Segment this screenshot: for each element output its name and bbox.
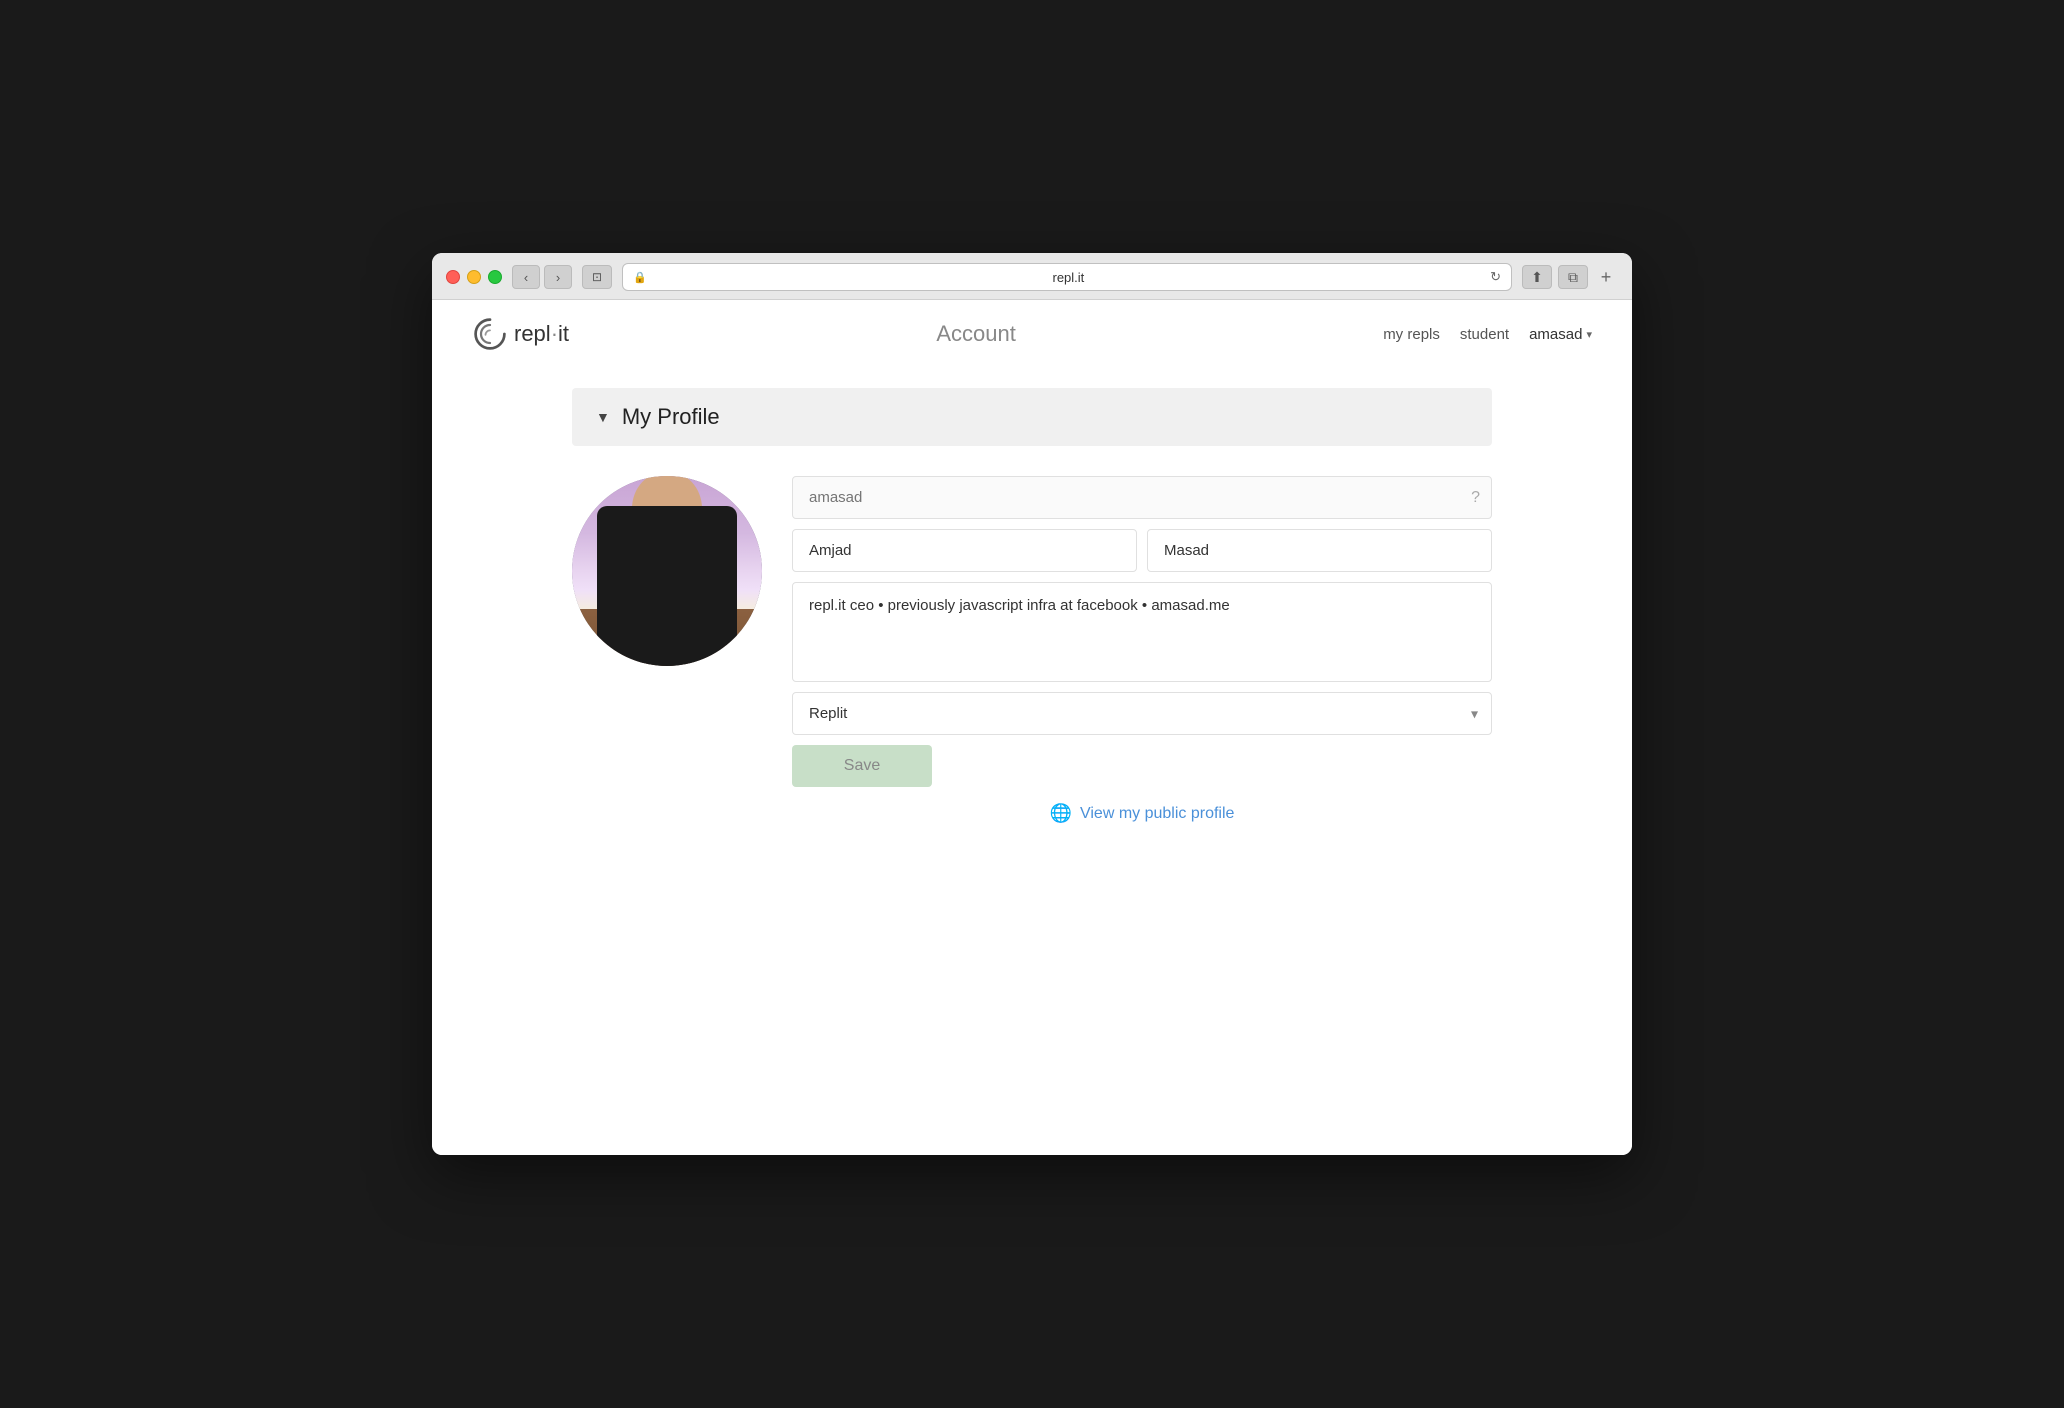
chevron-down-icon: ▾ [1586, 328, 1592, 341]
forward-icon: › [556, 270, 560, 285]
url-text: repl.it [653, 270, 1484, 285]
fullscreen-icon: ⧉ [1568, 269, 1578, 286]
fullscreen-button[interactable]: ⧉ [1558, 265, 1588, 289]
user-menu[interactable]: amasad ▾ [1529, 326, 1592, 343]
section-header: ▼ My Profile [572, 388, 1492, 446]
traffic-lights [446, 270, 502, 284]
avatar-figure [597, 506, 737, 666]
forward-button[interactable]: › [544, 265, 572, 289]
profile-form: ? Replit None ▾ [792, 476, 1492, 824]
sidebar-toggle-button[interactable]: ⊡ [582, 265, 612, 289]
avatar[interactable] [572, 476, 762, 666]
first-name-input[interactable] [792, 529, 1137, 572]
last-name-input[interactable] [1147, 529, 1492, 572]
share-icon: ⬆ [1531, 269, 1543, 286]
my-repls-link[interactable]: my repls [1383, 326, 1440, 343]
back-icon: ‹ [524, 270, 528, 285]
username-input[interactable] [792, 476, 1492, 519]
help-icon[interactable]: ? [1471, 489, 1480, 507]
nav-links: my repls student amasad ▾ [1383, 326, 1592, 343]
public-profile-link[interactable]: 🌐 View my public profile [1050, 803, 1235, 824]
back-button[interactable]: ‹ [512, 265, 540, 289]
org-select-wrapper: Replit None ▾ [792, 692, 1492, 735]
refresh-button[interactable]: ↻ [1490, 269, 1501, 285]
new-tab-button[interactable]: + [1594, 265, 1618, 289]
org-select[interactable]: Replit None [792, 692, 1492, 735]
page-content: repl·it Account my repls student amasad … [432, 300, 1632, 1155]
site-nav: repl·it Account my repls student amasad … [432, 300, 1632, 368]
globe-icon: 🌐 [1050, 803, 1072, 824]
browser-chrome: ‹ › ⊡ 🔒 repl.it ↻ ⬆ ⧉ + [432, 253, 1632, 300]
maximize-button[interactable] [488, 270, 502, 284]
minimize-button[interactable] [467, 270, 481, 284]
section-toggle-icon[interactable]: ▼ [596, 409, 610, 425]
browser-window: ‹ › ⊡ 🔒 repl.it ↻ ⬆ ⧉ + [432, 253, 1632, 1155]
address-bar[interactable]: 🔒 repl.it ↻ [622, 263, 1512, 291]
nav-center: Account [569, 321, 1383, 347]
sidebar-icon: ⊡ [592, 270, 602, 284]
logo-dot: · [551, 321, 558, 346]
logo-text: repl·it [514, 321, 569, 347]
page-title: Account [936, 321, 1016, 346]
lock-icon: 🔒 [633, 271, 647, 284]
bio-input[interactable] [792, 582, 1492, 682]
logo-icon [472, 316, 508, 352]
close-button[interactable] [446, 270, 460, 284]
browser-actions: ⬆ ⧉ + [1522, 265, 1618, 289]
logo[interactable]: repl·it [472, 316, 569, 352]
save-button[interactable]: Save [792, 745, 932, 787]
share-button[interactable]: ⬆ [1522, 265, 1552, 289]
main-content: ▼ My Profile ? [432, 368, 1632, 864]
public-profile-label: View my public profile [1080, 805, 1234, 823]
username-wrapper: ? [792, 476, 1492, 519]
name-row [792, 529, 1492, 572]
newtab-icon: + [1601, 267, 1612, 288]
nav-buttons: ‹ › [512, 265, 572, 289]
student-link[interactable]: student [1460, 326, 1509, 343]
section-title: My Profile [622, 404, 720, 430]
profile-area: ? Replit None ▾ [572, 476, 1492, 824]
username-label: amasad [1529, 326, 1582, 343]
